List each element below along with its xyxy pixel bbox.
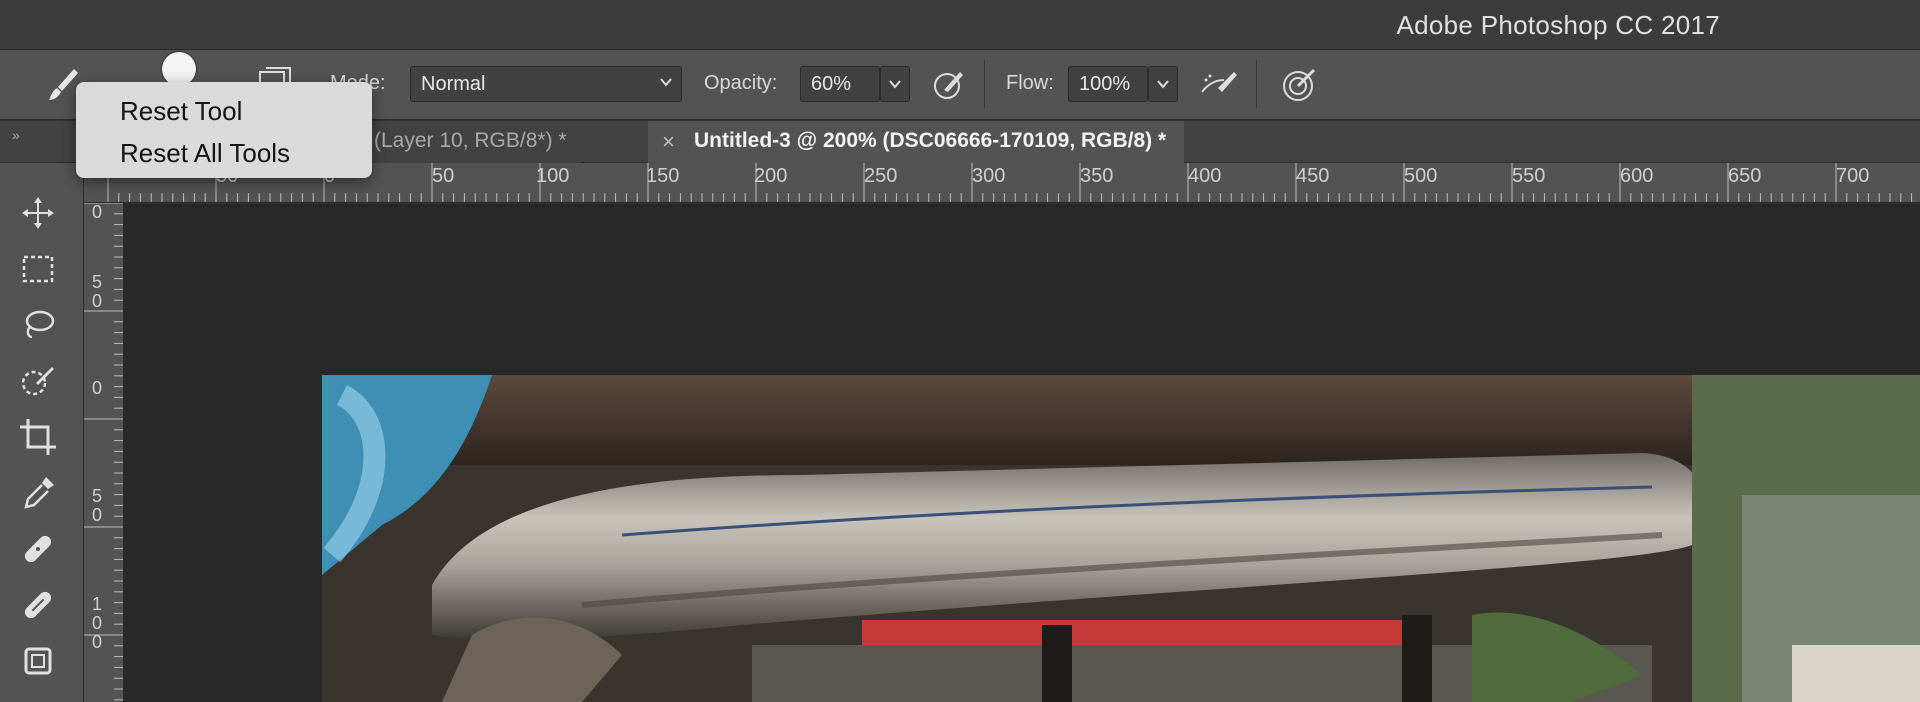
ruler-tick-label: 0	[91, 203, 102, 222]
quick-selection-icon[interactable]	[18, 361, 66, 405]
pressure-size-icon[interactable]	[1280, 64, 1320, 104]
chevron-down-icon	[660, 78, 672, 87]
tab-untitled-3[interactable]: × Untitled-3 @ 200% (DSC06666-170109, RG…	[648, 121, 1185, 163]
move-icon[interactable]	[18, 193, 66, 237]
flow-value: 100%	[1079, 73, 1131, 95]
ruler-tick-label: 700	[1836, 165, 1870, 187]
ruler-tick-label: 350	[1080, 165, 1114, 187]
airbrush-icon[interactable]	[1198, 66, 1242, 102]
photo-content	[322, 375, 1920, 702]
menu-item-reset-all-tools[interactable]: Reset All Tools	[76, 132, 372, 174]
app-title: Adobe Photoshop CC 2017	[1396, 10, 1720, 40]
tools-panel	[0, 163, 84, 702]
ruler-tick-label: 150	[646, 165, 680, 187]
marquee-icon[interactable]	[18, 249, 66, 293]
flow-dropdown-button[interactable]	[1148, 66, 1178, 102]
flow-input[interactable]: 100%	[1068, 66, 1148, 102]
vertical-ruler[interactable]: 0 5 0 0 5 0 1 0 0	[84, 203, 124, 702]
tab-label: Untitled-3 @ 200% (DSC06666-170109, RGB/…	[694, 129, 1167, 152]
crop-icon[interactable]	[18, 417, 66, 461]
ruler-tick-label: 0	[91, 378, 102, 398]
ruler-tick-label: 600	[1620, 165, 1654, 187]
eyedropper-icon[interactable]	[18, 473, 66, 517]
ruler-tick-label: 1 0 0	[91, 594, 102, 652]
tool-preset-context-menu: Reset Tool Reset All Tools	[76, 82, 372, 178]
lasso-icon[interactable]	[18, 305, 66, 349]
ruler-tick-label: 50	[432, 165, 455, 187]
divider	[984, 60, 985, 108]
chevron-down-icon	[889, 80, 901, 89]
ruler-tick-label: 550	[1512, 165, 1546, 187]
ruler-tick-label: 300	[972, 165, 1006, 187]
close-icon[interactable]: ×	[662, 129, 675, 155]
ruler-tick-label: 650	[1728, 165, 1762, 187]
opacity-input[interactable]: 60%	[800, 66, 880, 102]
mode-select-value: Normal	[421, 73, 486, 95]
document-image[interactable]	[322, 375, 1920, 702]
document-canvas[interactable]	[124, 204, 1920, 702]
tab-layer-10[interactable]: (Layer 10, RGB/8*) *	[360, 121, 581, 163]
ruler-tick-label: 450	[1296, 165, 1330, 187]
ruler-tick-label: 5 0	[91, 272, 102, 311]
ruler-tick-label: 400	[1188, 165, 1222, 187]
ruler-tick-label: 200	[754, 165, 788, 187]
title-bar: Adobe Photoshop CC 2017	[0, 0, 1920, 50]
opacity-label: Opacity:	[704, 72, 778, 94]
ruler-tick-label: 5 0	[91, 486, 102, 525]
healing-brush-icon[interactable]	[18, 529, 66, 573]
opacity-dropdown-button[interactable]	[880, 66, 910, 102]
brush-icon[interactable]	[18, 585, 66, 629]
flow-label: Flow:	[1006, 72, 1054, 94]
ruler-tick-label: 250	[864, 165, 898, 187]
menu-item-reset-tool[interactable]: Reset Tool	[76, 90, 372, 132]
ruler-tick-label: 500	[1404, 165, 1438, 187]
pressure-opacity-icon[interactable]	[930, 66, 970, 102]
collapse-panel-icon[interactable]: »	[12, 127, 20, 143]
divider	[1256, 60, 1257, 108]
stamp-icon[interactable]	[18, 641, 66, 685]
brush-size-preview[interactable]	[162, 52, 196, 86]
chevron-down-icon	[1157, 80, 1169, 89]
mode-select[interactable]: Normal	[410, 66, 682, 102]
opacity-value: 60%	[811, 73, 852, 95]
tab-label: (Layer 10, RGB/8*) *	[374, 129, 567, 152]
ruler-tick-label: 100	[536, 165, 570, 187]
